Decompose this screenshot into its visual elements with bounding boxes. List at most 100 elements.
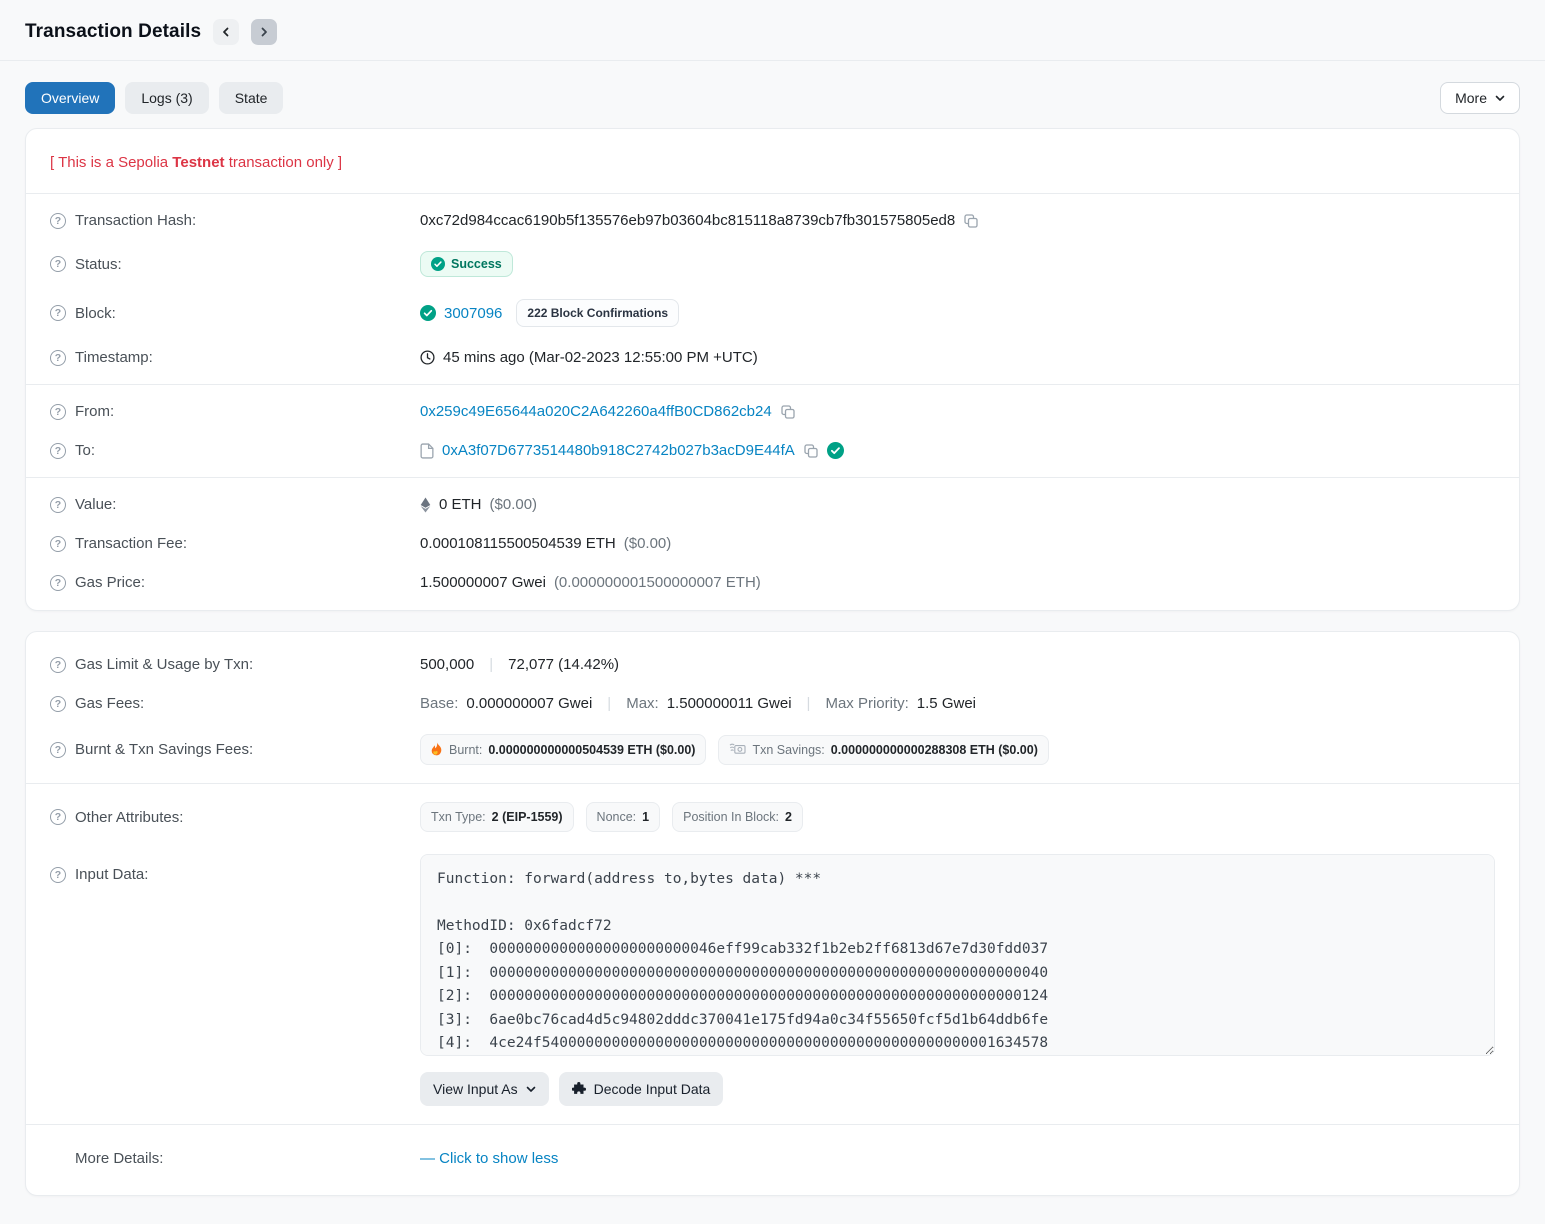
transaction-hash-row: ? Transaction Hash: 0xc72d984ccac6190b5f… (50, 201, 1495, 240)
input-data-textarea[interactable]: Function: forward(address to,bytes data)… (420, 854, 1495, 1056)
block-number-link[interactable]: 3007096 (444, 305, 502, 322)
from-address-link[interactable]: 0x259c49E65644a020C2A642260a4ffB0CD862cb… (420, 403, 772, 420)
previous-transaction-button[interactable] (213, 19, 239, 45)
show-less-link[interactable]: — Click to show less (420, 1150, 558, 1167)
base-fee-value: 0.000000007 Gwei (466, 695, 592, 712)
block-label: Block: (75, 305, 116, 322)
copy-to-address-button[interactable] (803, 443, 819, 459)
help-icon[interactable]: ? (50, 696, 66, 712)
block-row: ? Block: 3007096 222 Block Confirmations (50, 288, 1495, 338)
divider (26, 783, 1519, 784)
transaction-hash-value: 0xc72d984ccac6190b5f135576eb97b03604bc81… (420, 212, 955, 229)
transaction-fee-amount: 0.000108115500504539 ETH (420, 535, 616, 552)
help-icon[interactable]: ? (50, 497, 66, 513)
transaction-hash-label: Transaction Hash: (75, 212, 196, 229)
testnet-notice: [ This is a Sepolia Testnet transaction … (50, 137, 1495, 186)
transaction-fee-row: ? Transaction Fee: 0.000108115500504539 … (50, 524, 1495, 563)
input-data-label: Input Data: (75, 866, 148, 883)
help-icon[interactable]: ? (50, 256, 66, 272)
tab-overview[interactable]: Overview (25, 82, 115, 114)
position-in-block-label: Position In Block: (683, 810, 779, 824)
status-badge: Success (420, 251, 513, 277)
details-card: ? Gas Limit & Usage by Txn: 500,000 | 72… (25, 631, 1520, 1196)
chevron-down-icon (526, 1086, 536, 1093)
clock-icon (420, 350, 435, 365)
max-fee-value: 1.500000011 Gwei (667, 695, 792, 712)
copy-icon (780, 404, 796, 420)
gas-price-amount: 1.500000007 Gwei (420, 574, 546, 591)
separator: | (600, 695, 618, 712)
value-usd: ($0.00) (490, 496, 538, 513)
decode-input-data-label: Decode Input Data (594, 1081, 711, 1097)
value-label: Value: (75, 496, 116, 513)
burnt-savings-label: Burnt & Txn Savings Fees: (75, 741, 253, 758)
copy-icon (963, 213, 979, 229)
view-input-as-button[interactable]: View Input As (420, 1072, 549, 1106)
to-label: To: (75, 442, 95, 459)
value-amount: 0 ETH (439, 496, 482, 513)
max-fee-label: Max: (626, 695, 659, 712)
transaction-details-page: Transaction Details Overview Logs (3) St… (0, 0, 1545, 1196)
help-icon[interactable]: ? (50, 350, 66, 366)
gas-price-row: ? Gas Price: 1.500000007 Gwei (0.0000000… (50, 563, 1495, 602)
status-row: ? Status: Success (50, 240, 1495, 288)
more-details-label: More Details: (75, 1150, 163, 1167)
help-icon[interactable]: ? (50, 213, 66, 229)
nonce-value: 1 (642, 810, 649, 824)
help-icon[interactable]: ? (50, 575, 66, 591)
gas-usage-value: 72,077 (14.42%) (508, 656, 619, 673)
to-address-link[interactable]: 0xA3f07D6773514480b918C2742b027b3acD9E44… (442, 442, 795, 459)
txn-type-badge: Txn Type: 2 (EIP-1559) (420, 802, 574, 832)
copy-icon (803, 443, 819, 459)
txn-savings-label: Txn Savings: (752, 743, 824, 757)
copy-from-address-button[interactable] (780, 404, 796, 420)
separator: | (482, 656, 500, 673)
from-label: From: (75, 403, 114, 420)
next-transaction-button[interactable] (251, 19, 277, 45)
chevron-down-icon (1495, 95, 1505, 102)
tab-group: Overview Logs (3) State (25, 82, 283, 114)
status-value: Success (451, 257, 502, 271)
help-icon[interactable]: ? (50, 809, 66, 825)
help-icon[interactable]: ? (50, 404, 66, 420)
txn-savings-value: 0.000000000000288308 ETH ($0.00) (831, 743, 1038, 757)
gas-limit-label: Gas Limit & Usage by Txn: (75, 656, 253, 673)
tab-logs[interactable]: Logs (3) (125, 82, 208, 114)
help-icon[interactable]: ? (50, 536, 66, 552)
help-icon[interactable]: ? (50, 443, 66, 459)
overview-card: [ This is a Sepolia Testnet transaction … (25, 128, 1520, 611)
txn-type-label: Txn Type: (431, 810, 486, 824)
from-row: ? From: 0x259c49E65644a020C2A642260a4ffB… (50, 392, 1495, 431)
input-data-row: ? Input Data: Function: forward(address … (50, 843, 1495, 1117)
status-label: Status: (75, 256, 122, 273)
separator: | (800, 695, 818, 712)
help-icon[interactable]: ? (50, 742, 66, 758)
help-icon[interactable]: ? (50, 305, 66, 321)
max-priority-fee-label: Max Priority: (825, 695, 908, 712)
money-wings-icon (729, 743, 746, 756)
divider (26, 384, 1519, 385)
transaction-fee-usd: ($0.00) (624, 535, 672, 552)
gas-price-label: Gas Price: (75, 574, 145, 591)
other-attributes-row: ? Other Attributes: Txn Type: 2 (EIP-155… (50, 791, 1495, 843)
divider (26, 477, 1519, 478)
gas-limit-value: 500,000 (420, 656, 474, 673)
help-icon[interactable]: ? (50, 867, 66, 883)
gas-fees-label: Gas Fees: (75, 695, 144, 712)
nonce-badge: Nonce: 1 (586, 802, 661, 832)
copy-transaction-hash-button[interactable] (963, 213, 979, 229)
testnet-notice-suffix: transaction only ] (225, 154, 343, 171)
help-icon[interactable]: ? (50, 657, 66, 673)
check-circle-icon (420, 305, 436, 321)
to-row: ? To: 0xA3f07D6773514480b918C2742b027b3a… (50, 431, 1495, 470)
ethereum-icon (420, 497, 431, 513)
chevron-right-icon (259, 27, 269, 37)
gas-limit-row: ? Gas Limit & Usage by Txn: 500,000 | 72… (50, 640, 1495, 684)
other-attributes-label: Other Attributes: (75, 809, 183, 826)
position-in-block-badge: Position In Block: 2 (672, 802, 803, 832)
more-dropdown-button[interactable]: More (1440, 82, 1520, 114)
tab-state[interactable]: State (219, 82, 284, 114)
decode-input-data-button[interactable]: Decode Input Data (559, 1072, 724, 1106)
toolbar: Overview Logs (3) State More (0, 61, 1545, 128)
transaction-fee-label: Transaction Fee: (75, 535, 187, 552)
